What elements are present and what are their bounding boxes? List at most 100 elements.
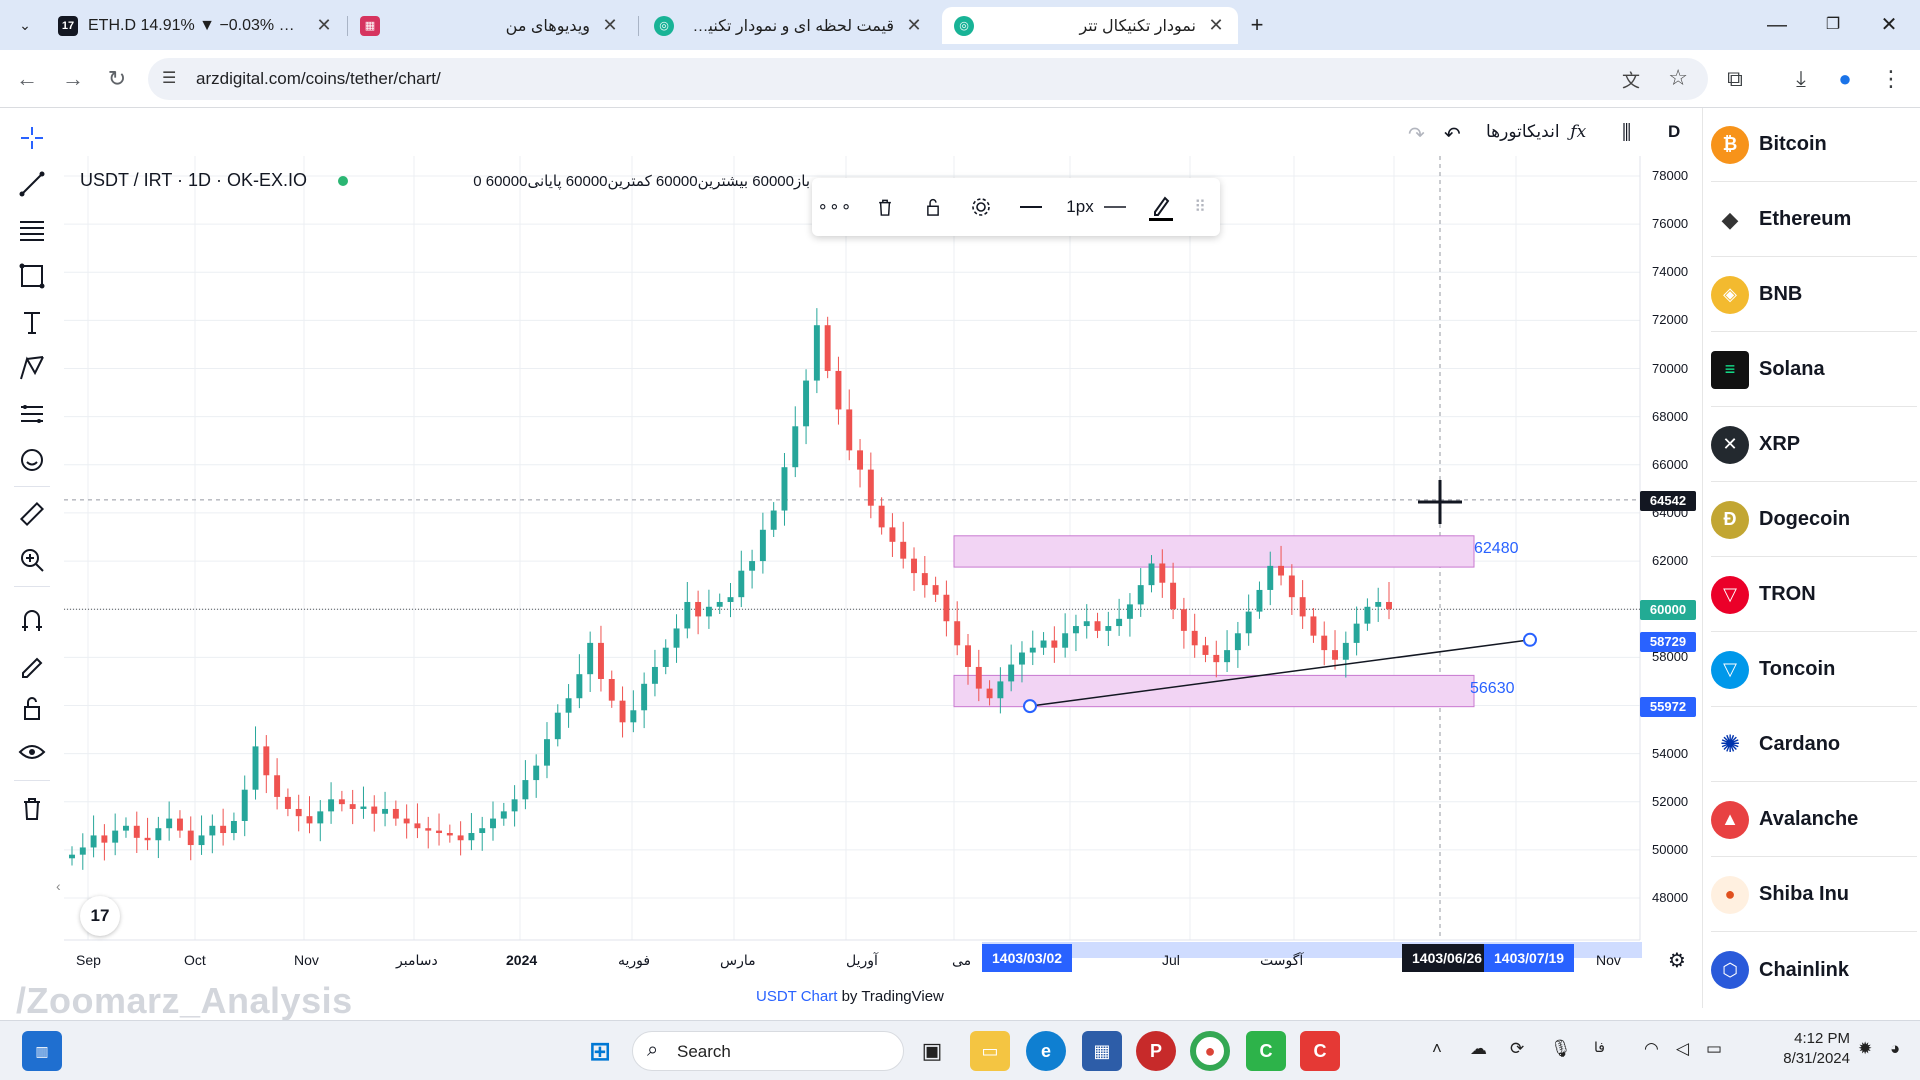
symbol-title[interactable]: USDT / IRT · 1D · OK-EX.IO xyxy=(80,170,307,191)
language-icon[interactable]: فا xyxy=(1594,1039,1605,1056)
unlock-drawing-icon[interactable] xyxy=(918,192,948,222)
app-p-icon[interactable]: P xyxy=(1136,1031,1176,1071)
interval-button[interactable]: D xyxy=(1668,122,1680,142)
usdt-chart-link[interactable]: USDT Chart xyxy=(756,988,837,1005)
coin-item-cardano[interactable]: ✺ Cardano xyxy=(1711,708,1917,782)
site-settings-icon[interactable]: ☰ xyxy=(162,68,184,90)
translate-icon[interactable]: 文 xyxy=(1622,67,1640,93)
chart-area[interactable]: USDT / IRT · 1D · OK-EX.IO باز60000 بیشت… xyxy=(64,108,1698,972)
close-icon[interactable]: ✕ xyxy=(1206,15,1226,36)
fib-retracement-icon[interactable] xyxy=(16,214,48,246)
back-icon[interactable]: ← xyxy=(12,64,42,94)
candle xyxy=(338,799,345,805)
drawing-settings-icon[interactable] xyxy=(966,192,996,222)
taskbar-search[interactable]: ⌕ Search xyxy=(632,1031,904,1071)
forward-icon[interactable]: → xyxy=(58,64,88,94)
time-tick-label: فوریه xyxy=(618,952,651,968)
redo-icon[interactable]: ↷ xyxy=(1408,122,1425,147)
sync-icon[interactable]: ⟳ xyxy=(1510,1039,1524,1059)
delete-drawing-icon[interactable] xyxy=(870,192,900,222)
coin-item-xrp[interactable]: ✕ XRP xyxy=(1711,408,1917,482)
lock-icon[interactable] xyxy=(16,692,48,724)
profile-icon[interactable]: ● xyxy=(1830,64,1860,94)
drag-handle-icon[interactable]: ⠿ xyxy=(1190,192,1210,222)
omnibox[interactable]: ☰ arzdigital.com/coins/tether/chart/ 文 ☆ xyxy=(148,58,1708,100)
collapse-toolbar-icon[interactable]: ‹ xyxy=(56,878,61,894)
new-tab-button[interactable]: + xyxy=(1242,10,1272,40)
store-icon[interactable]: ▦ xyxy=(1082,1031,1122,1071)
tab-search-icon[interactable]: ⌄ xyxy=(10,10,40,40)
ruler-icon[interactable] xyxy=(16,498,48,530)
text-icon[interactable] xyxy=(16,306,48,338)
restore-icon[interactable]: ❐ xyxy=(1818,10,1848,40)
tab-pinned-app[interactable]: ▦ xyxy=(350,7,390,44)
file-explorer-icon[interactable]: ▭ xyxy=(970,1031,1010,1071)
coin-item-solana[interactable]: ≡ Solana xyxy=(1711,333,1917,407)
extensions-icon[interactable]: ⧉ xyxy=(1720,64,1750,94)
wifi-icon[interactable]: ◠ xyxy=(1644,1039,1659,1059)
reload-icon[interactable]: ↻ xyxy=(102,64,132,94)
coin-item-ethereum[interactable]: ◆ Ethereum xyxy=(1711,183,1917,257)
candle-type-icon[interactable]: ⫼ xyxy=(1622,122,1631,145)
volume-icon[interactable]: ◁ xyxy=(1676,1039,1689,1059)
url-text[interactable]: arzdigital.com/coins/tether/chart/ xyxy=(196,69,441,89)
tab-tether-chart[interactable]: ◎ نمودار تکنیکال تتر ✕ xyxy=(942,7,1238,44)
close-icon[interactable]: ✕ xyxy=(314,15,334,36)
downloads-icon[interactable]: ⤓ xyxy=(1786,64,1816,94)
start-button[interactable]: ⊞ xyxy=(580,1031,620,1071)
battery-icon[interactable]: ▭ xyxy=(1706,1039,1722,1059)
coin-item-shiba-inu[interactable]: ● Shiba Inu xyxy=(1711,858,1917,932)
zoom-in-icon[interactable] xyxy=(16,544,48,576)
tab-my-videos[interactable]: ویدیوهای من ✕ xyxy=(392,7,632,44)
pattern-icon[interactable] xyxy=(16,352,48,384)
close-icon[interactable]: ✕ xyxy=(904,15,924,36)
widgets-icon[interactable]: ▥ xyxy=(22,1031,62,1071)
coin-item-avalanche[interactable]: ▲ Avalanche xyxy=(1711,783,1917,857)
tab-eth-dominance[interactable]: 17 ETH.D 14.91% ▼ −0.03% mehdi ✕ xyxy=(46,7,346,44)
candle xyxy=(1018,652,1025,665)
line-style-icon[interactable] xyxy=(1016,192,1046,222)
rectangle-icon[interactable] xyxy=(16,260,48,292)
menu-icon[interactable]: ⋮ xyxy=(1876,64,1906,94)
taskbar-clock[interactable]: 4:12 PM 8/31/2024 xyxy=(1776,1029,1850,1069)
copilot-icon[interactable]: ◕ xyxy=(1890,1039,1900,1059)
hide-drawings-icon[interactable] xyxy=(16,736,48,768)
edge-icon[interactable]: e xyxy=(1026,1031,1066,1071)
close-window-icon[interactable]: ✕ xyxy=(1874,10,1904,40)
time-tick-label: آگوست xyxy=(1260,952,1304,968)
notification-icon[interactable]: ✹ xyxy=(1858,1039,1872,1059)
tray-overflow-icon[interactable]: ˄ xyxy=(1432,1039,1442,1059)
candle xyxy=(641,683,648,711)
coin-item-bnb[interactable]: ◈ BNB xyxy=(1711,258,1917,332)
microphone-icon[interactable]: 🎙 xyxy=(1550,1039,1572,1059)
tradingview-logo-icon[interactable]: 17 xyxy=(80,896,120,936)
close-icon[interactable]: ✕ xyxy=(600,15,620,36)
chrome-icon[interactable]: ● xyxy=(1190,1031,1230,1071)
emoji-icon[interactable] xyxy=(16,444,48,476)
camtasia-green-icon[interactable]: C xyxy=(1246,1031,1286,1071)
more-icon[interactable]: ∘∘∘ xyxy=(818,192,852,222)
coin-item-chainlink[interactable]: ⬡ Chainlink xyxy=(1711,933,1917,1007)
tab-live-price[interactable]: ◎ قیمت لحظه ای و نمودار تکنیکال و ✕ xyxy=(642,7,936,44)
trash-icon[interactable] xyxy=(16,792,48,824)
magnet-icon[interactable] xyxy=(16,604,48,636)
line-width-button[interactable]: 1px xyxy=(1062,192,1132,222)
coin-item-bitcoin[interactable]: ₿ Bitcoin xyxy=(1711,108,1917,182)
trend-line-icon[interactable] xyxy=(16,168,48,200)
coin-item-toncoin[interactable]: ▽ Toncoin xyxy=(1711,633,1917,707)
line-color-icon[interactable] xyxy=(1146,192,1176,222)
task-view-icon[interactable]: ▣ xyxy=(912,1031,952,1071)
cloud-icon[interactable]: ☁ xyxy=(1470,1039,1487,1059)
camtasia-red-icon[interactable]: C xyxy=(1300,1031,1340,1071)
cursor-date-tag: 1403/06/26 xyxy=(1402,944,1493,972)
coin-item-tron[interactable]: ▽ TRON xyxy=(1711,558,1917,632)
coin-item-dogecoin[interactable]: Ð Dogecoin xyxy=(1711,483,1917,557)
undo-icon[interactable]: ↶ xyxy=(1444,122,1461,147)
indicators-button[interactable]: اندیکاتورها ƒx xyxy=(1486,122,1586,142)
stay-drawing-icon[interactable] xyxy=(16,648,48,680)
crosshair-icon[interactable] xyxy=(16,122,48,154)
minimize-icon[interactable]: — xyxy=(1762,10,1792,40)
bookmark-star-icon[interactable]: ☆ xyxy=(1668,65,1688,91)
forecast-icon[interactable] xyxy=(16,398,48,430)
chart-settings-icon[interactable]: ⚙ xyxy=(1668,948,1686,973)
